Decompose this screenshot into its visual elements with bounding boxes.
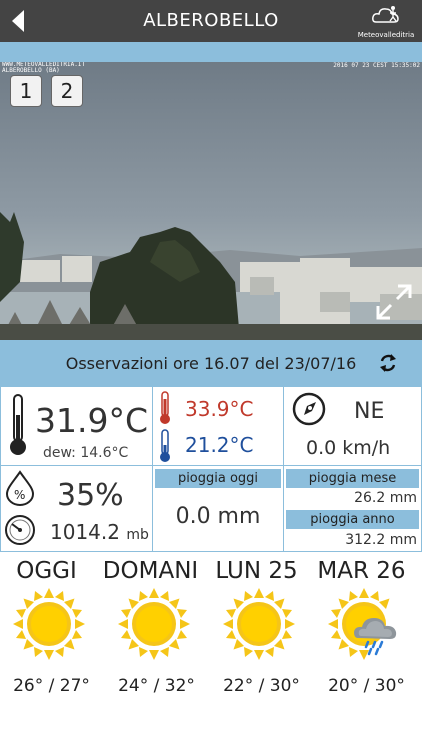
observation-bar: Osservazioni ore 16.07 del 23/07/16 xyxy=(0,340,422,386)
current-conditions-grid: 31.9°C dew: 14.6°C 33.9°C 21.2°C NE 0.0 … xyxy=(0,386,422,552)
webcam-overlay-location: ALBEROBELLO (BA) xyxy=(2,67,60,74)
webcam-image[interactable]: WWW.METEOVALLEDITRIA.IT ALBEROBELLO (BA)… xyxy=(0,62,422,340)
top-accent-strip xyxy=(0,42,422,62)
forecast-day-0[interactable]: OGGI xyxy=(0,558,99,584)
rain-month-label: pioggia mese xyxy=(286,469,419,488)
humidity-value: 35% xyxy=(57,478,124,513)
sun-icon xyxy=(118,588,190,660)
observation-time: Osservazioni ore 16.07 del 23/07/16 xyxy=(65,354,357,373)
meteovalleditria-logo[interactable]: Meteovalleditria xyxy=(356,4,416,40)
thermometer-icon xyxy=(10,394,26,455)
wind-speed: 0.0 km/h xyxy=(306,437,391,459)
rain-today-value: 0.0 mm xyxy=(175,504,261,529)
rain-month-value: 26.2 mm xyxy=(354,490,417,506)
forecast-day-2[interactable]: LUN 25 xyxy=(204,558,309,584)
temp-min: 21.2°C xyxy=(185,433,254,457)
rain-totals-cell: pioggia mese 26.2 mm pioggia anno 312.2 … xyxy=(283,465,422,552)
svg-text:%: % xyxy=(14,488,25,502)
forecast-temps-3: 20° / 30° xyxy=(328,676,405,696)
forecast-day-3[interactable]: MAR 26 xyxy=(309,558,414,584)
forecast-day-1[interactable]: DOMANI xyxy=(98,558,203,584)
thermometer-high-icon xyxy=(160,391,170,424)
wind-cell: NE 0.0 km/h xyxy=(283,386,422,466)
humidity-drop-icon: % xyxy=(5,470,35,506)
rain-year-label: pioggia anno xyxy=(286,510,419,529)
app-header: ALBEROBELLO Meteovalleditria xyxy=(0,0,422,42)
dew-point: dew: 14.6°C xyxy=(43,445,129,461)
humidity-pressure-cell: % 35% 1014.2 mb xyxy=(0,465,153,552)
webcam-button-2[interactable]: 2 xyxy=(51,75,83,107)
forecast-temps-0: 26° / 27° xyxy=(13,676,90,696)
current-temperature: 31.9°C xyxy=(35,401,149,440)
rain-year-value: 312.2 mm xyxy=(345,532,417,548)
expand-icon[interactable] xyxy=(374,282,414,322)
sun-icon xyxy=(223,588,295,660)
webcam-overlay-left: WWW.METEOVALLEDITRIA.IT ALBEROBELLO (BA) xyxy=(2,62,85,74)
temp-range-cell: 33.9°C 21.2°C xyxy=(152,386,284,466)
logo-label: Meteovalleditria xyxy=(357,31,415,39)
webcam-overlay-timestamp: 2016 07 23 CEST 15:35:02 xyxy=(333,62,420,69)
cloud-logo-icon xyxy=(372,6,399,23)
barometer-icon xyxy=(5,515,35,545)
temperature-cell: 31.9°C dew: 14.6°C xyxy=(0,386,153,466)
thermometer-low-icon xyxy=(160,429,170,462)
rain-today-label: pioggia oggi xyxy=(155,469,281,488)
pressure-reading: 1014.2 mb xyxy=(50,520,149,544)
sun-rain-cloud-icon xyxy=(328,588,397,660)
wind-compass-icon xyxy=(292,392,326,426)
temp-max: 33.9°C xyxy=(185,397,254,421)
refresh-icon[interactable] xyxy=(378,352,398,374)
pressure-value: 1014.2 xyxy=(50,520,120,544)
webcam-button-1[interactable]: 1 xyxy=(10,75,42,107)
forecast-temps-2: 22° / 30° xyxy=(223,676,300,696)
sun-icon xyxy=(13,588,85,660)
wind-direction: NE xyxy=(354,399,385,424)
forecast-temps-1: 24° / 32° xyxy=(118,676,195,696)
rain-today-cell: pioggia oggi 0.0 mm xyxy=(152,465,284,552)
pressure-unit: mb xyxy=(126,527,149,543)
